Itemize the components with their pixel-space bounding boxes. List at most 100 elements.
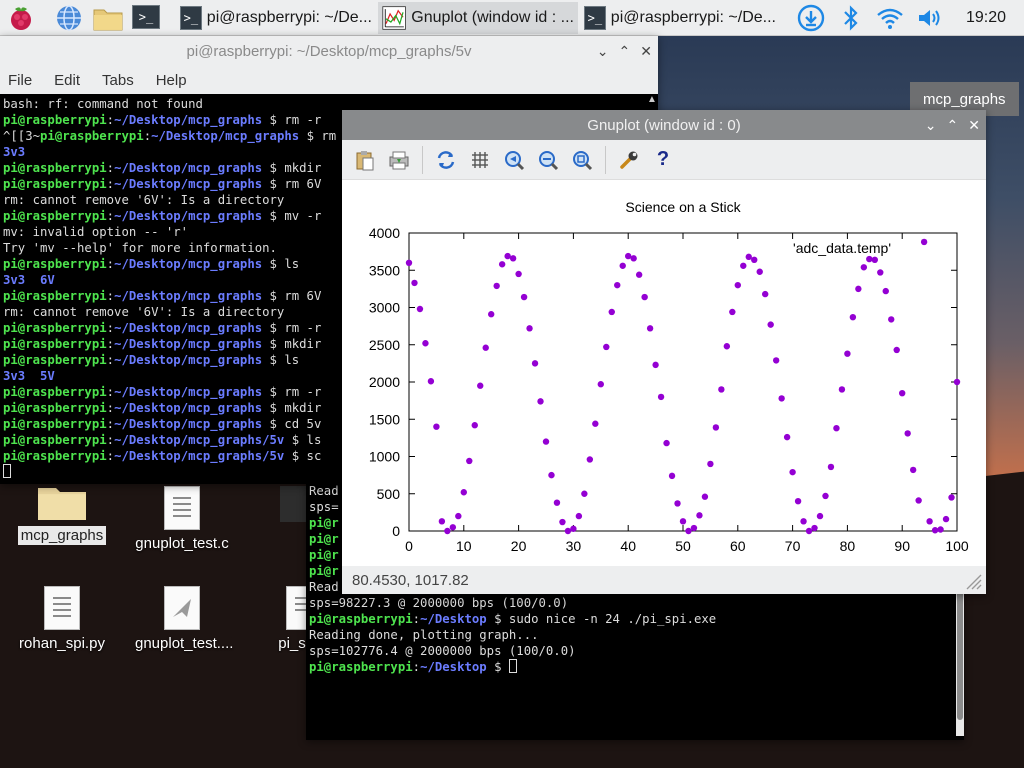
updates-icon[interactable] xyxy=(797,4,825,32)
volume-icon[interactable] xyxy=(916,4,944,32)
data-point xyxy=(718,386,725,393)
web-browser-icon[interactable] xyxy=(54,3,84,33)
grid-icon[interactable] xyxy=(465,145,495,175)
data-point xyxy=(915,497,922,504)
data-point xyxy=(866,255,873,263)
x-tick-label: 40 xyxy=(620,538,636,554)
data-point xyxy=(844,350,851,357)
taskbar-task-gnuplot[interactable]: Gnuplot (window id : ... xyxy=(378,2,578,34)
window-title: Gnuplot (window id : 0) xyxy=(587,116,741,134)
y-tick-label: 1000 xyxy=(369,449,400,465)
data-point xyxy=(888,316,895,323)
directory-listing: 3v3 5V xyxy=(3,369,55,383)
desktop-icon-gnuplot-test-exe[interactable]: gnuplot_test.... xyxy=(132,586,233,653)
data-point xyxy=(833,424,840,432)
data-point xyxy=(740,262,747,269)
maximize-icon[interactable]: ⌃ xyxy=(619,43,631,60)
maximize-icon[interactable]: ⌃ xyxy=(947,117,959,134)
desktop-icon-mcp-graphs[interactable]: mcp_graphs xyxy=(12,484,112,545)
taskbar-task-terminal-2[interactable]: >_ pi@raspberrypi: ~/De... xyxy=(580,2,780,34)
prompt-separator: : xyxy=(412,660,421,674)
desktop-icon-gnuplot-test-c[interactable]: gnuplot_test.c xyxy=(132,484,232,553)
print-icon[interactable] xyxy=(384,145,414,175)
prompt-path: ~/Desktop xyxy=(420,612,487,626)
menu-file[interactable]: File xyxy=(8,72,32,89)
x-tick-label: 0 xyxy=(405,538,413,554)
minimize-icon[interactable]: ⌄ xyxy=(925,117,937,134)
prompt-separator: : xyxy=(143,129,152,143)
data-point xyxy=(570,525,577,532)
autoscale-icon[interactable] xyxy=(567,145,597,175)
terminal-icon: >_ xyxy=(180,6,202,30)
window-titlebar[interactable]: pi@raspberrypi: ~/Desktop/mcp_graphs/5v … xyxy=(0,36,658,66)
prompt-user: pi@raspberrypi xyxy=(3,337,107,351)
minimize-icon[interactable]: ⌄ xyxy=(597,43,609,60)
command-text: $ mkdir xyxy=(262,401,322,415)
x-tick-label: 30 xyxy=(566,538,582,554)
data-point xyxy=(438,518,446,525)
data-point xyxy=(433,423,440,430)
data-point xyxy=(685,527,692,535)
prompt-path: ~/Desktop/mcp_graphs/5v xyxy=(114,449,285,463)
data-point xyxy=(614,281,621,289)
task-label: pi@raspberrypi: ~/De... xyxy=(610,9,776,26)
menu-edit[interactable]: Edit xyxy=(54,72,80,89)
prompt-separator: : xyxy=(106,177,115,191)
prompt-user: pi@raspberrypi xyxy=(3,257,107,271)
data-point xyxy=(942,515,950,523)
wifi-icon[interactable] xyxy=(876,4,904,32)
command-text: $ sc xyxy=(284,449,322,463)
prompt-user: pi@r xyxy=(309,516,339,530)
x-tick-label: 90 xyxy=(894,538,910,554)
prompt-path: ~/Desktop/mcp_graphs xyxy=(114,417,263,431)
next-zoom-icon[interactable] xyxy=(533,145,563,175)
help-icon[interactable]: ? xyxy=(648,145,678,175)
data-point xyxy=(893,346,900,354)
prompt-separator: : xyxy=(106,401,115,415)
data-point xyxy=(526,325,533,332)
settings-icon[interactable] xyxy=(614,145,644,175)
data-point xyxy=(805,527,813,535)
file-manager-icon[interactable] xyxy=(92,3,123,33)
text-cursor xyxy=(508,659,517,673)
terminal-launcher-icon[interactable]: >_ xyxy=(132,5,162,35)
data-point xyxy=(537,398,544,405)
y-tick-label: 3000 xyxy=(369,300,400,316)
prompt-path: ~/Desktop/mcp_graphs xyxy=(114,257,263,271)
taskbar-task-terminal-1[interactable]: >_ pi@raspberrypi: ~/De... xyxy=(176,2,376,34)
raspberry-menu-icon[interactable] xyxy=(6,3,36,33)
copy-to-clipboard-icon[interactable] xyxy=(350,145,380,175)
desktop-icon-pi-s[interactable]: pi_s xyxy=(250,586,310,653)
prompt-separator: : xyxy=(106,449,115,463)
prompt-separator: : xyxy=(106,161,115,175)
window-titlebar[interactable]: Gnuplot (window id : 0) ⌄ ⌃ ✕ xyxy=(342,110,986,140)
clock[interactable]: 19:20 xyxy=(966,9,1006,27)
prompt-user: pi@raspberrypi xyxy=(3,417,107,431)
data-point xyxy=(581,490,588,497)
bluetooth-icon[interactable] xyxy=(837,4,865,32)
command-text: $ mv -r xyxy=(262,209,322,223)
gnuplot-icon xyxy=(382,6,406,30)
previous-zoom-icon[interactable] xyxy=(499,145,529,175)
icon-label: pi_s xyxy=(278,635,306,652)
prompt-user: pi@raspberrypi xyxy=(3,353,107,367)
task-label: Gnuplot (window id : ... xyxy=(411,9,574,26)
prompt-path: ~/Desktop/mcp_graphs xyxy=(114,321,263,335)
prompt-path: ~/Desktop/mcp_graphs xyxy=(114,289,263,303)
x-tick-label: 70 xyxy=(785,538,801,554)
data-point xyxy=(745,253,752,261)
plot-canvas[interactable]: 0 10 20 30 40 50 60 70 80 90 100 0 500 1000 1500 2000 25… xyxy=(342,180,986,566)
prompt-user: pi@raspberrypi xyxy=(3,449,107,463)
close-icon[interactable]: ✕ xyxy=(968,117,980,134)
data-point xyxy=(542,438,550,445)
resize-grip-icon[interactable] xyxy=(962,570,982,590)
data-point xyxy=(663,439,670,447)
scroll-up-icon[interactable]: ▲ xyxy=(646,94,658,105)
toolbar-separator xyxy=(422,145,423,174)
desktop-icon-rohan-spi[interactable]: rohan_spi.py xyxy=(12,586,112,653)
replot-icon[interactable] xyxy=(431,145,461,175)
menu-help[interactable]: Help xyxy=(156,72,187,89)
close-icon[interactable]: ✕ xyxy=(640,43,652,60)
menu-tabs[interactable]: Tabs xyxy=(102,72,134,89)
output-text: sps= xyxy=(309,500,339,514)
